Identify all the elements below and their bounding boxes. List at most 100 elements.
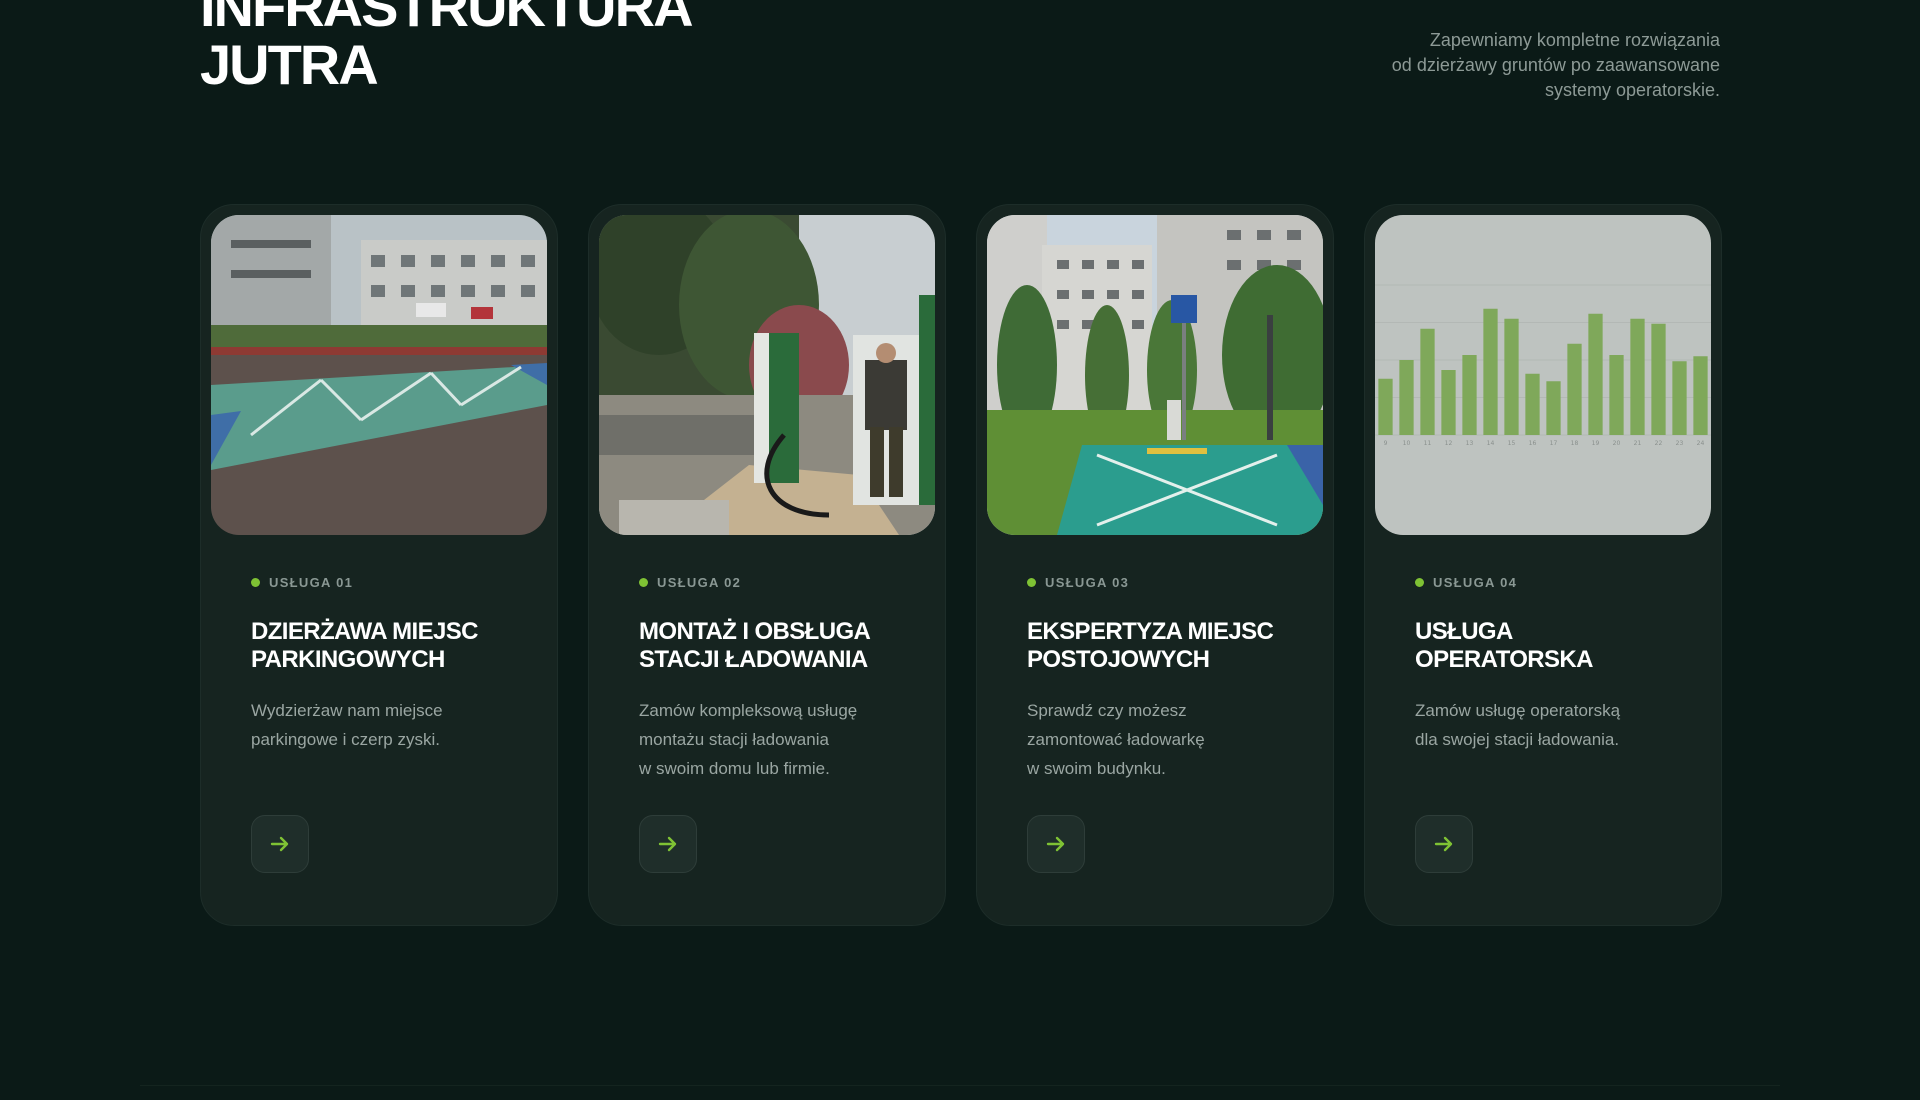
arrow-right-icon <box>1046 836 1065 852</box>
service-tag: USŁUGA 03 <box>1027 575 1303 590</box>
chart-bar <box>1420 328 1435 435</box>
chart-bar <box>1378 378 1393 435</box>
section-title-line-2: JUTRA <box>200 33 379 96</box>
chart-bar <box>1462 355 1477 435</box>
chart-bar <box>1588 313 1603 435</box>
service-title-line-1: USŁUGA <box>1415 618 1513 645</box>
service-title-line-1: DZIERŻAWA MIEJSC <box>251 618 478 645</box>
service-description: Zamów usługę operatorską dla swojej stac… <box>1415 696 1691 754</box>
chart-bar <box>1504 318 1519 435</box>
dot-icon <box>1027 578 1036 587</box>
chart-tick-label: 18 <box>1571 440 1579 447</box>
section-divider <box>140 1085 1780 1086</box>
service-description-line-1: Zamów usługę operatorską <box>1415 701 1621 720</box>
service-more-button[interactable] <box>1415 815 1473 873</box>
usage-chart-svg: 9 10 11 12 13 14 15 16 17 18 19 20 21 22 23 24 <box>1375 215 1711 535</box>
chart-bar <box>1630 318 1645 435</box>
service-description-line-1: Zamów kompleksową usługę <box>639 701 858 720</box>
service-title-line-1: MONTAŻ I OBSŁUGA <box>639 618 871 645</box>
service-description-line-2: parkingowe i czerp zyski. <box>251 730 440 749</box>
service-description: Wydzierżaw nam miejsce parkingowe i czer… <box>251 696 527 754</box>
chart-tick-label: 19 <box>1592 440 1600 447</box>
chart-tick-label: 22 <box>1655 440 1663 447</box>
service-description: Zamów kompleksową usługę montażu stacji … <box>639 696 915 783</box>
section-title-line-1: INFRASTRUKTURA <box>200 0 694 38</box>
service-title-line-2: STACJI ŁADOWANIA <box>639 646 868 673</box>
service-more-button[interactable] <box>639 815 697 873</box>
service-tag: USŁUGA 01 <box>251 575 527 590</box>
section-title: INFRASTRUKTURA JUTRA <box>200 0 694 96</box>
service-tag: USŁUGA 02 <box>639 575 915 590</box>
service-title-line-2: PARKINGOWYCH <box>251 646 445 673</box>
service-description-line-3: w swoim budynku. <box>1027 759 1166 778</box>
service-description: Sprawdź czy możesz zamontować ładowarkę … <box>1027 696 1303 783</box>
chart-tick-label: 9 <box>1384 440 1388 447</box>
service-description-line-3: w swoim domu lub firmie. <box>639 759 830 778</box>
dot-icon <box>251 578 260 587</box>
arrow-right-icon <box>270 836 289 852</box>
service-card-charging-installation[interactable]: USŁUGA 02 MONTAŻ I OBSŁUGA STACJI ŁADOWA… <box>588 204 946 926</box>
service-description-line-1: Wydzierżaw nam miejsce <box>251 701 443 720</box>
chart-tick-label: 11 <box>1424 440 1432 447</box>
chart-tick-label: 20 <box>1613 440 1621 447</box>
service-tag-label: USŁUGA 01 <box>269 575 354 590</box>
service-title-line-2: POSTOJOWYCH <box>1027 646 1210 673</box>
chart-bar <box>1546 381 1561 435</box>
parking-lot-photo <box>211 215 547 535</box>
service-description-line-1: Sprawdź czy możesz <box>1027 701 1187 720</box>
service-description-line-2: montażu stacji ładowania <box>639 730 829 749</box>
services-grid: USŁUGA 01 DZIERŻAWA MIEJSC PARKINGOWYCH … <box>200 204 1722 926</box>
service-card-body: USŁUGA 01 DZIERŻAWA MIEJSC PARKINGOWYCH … <box>251 575 527 754</box>
service-card-parking-lease[interactable]: USŁUGA 01 DZIERŻAWA MIEJSC PARKINGOWYCH … <box>200 204 558 926</box>
chart-tick-label: 10 <box>1403 440 1411 447</box>
chart-tick-label: 13 <box>1466 440 1474 447</box>
service-title: DZIERŻAWA MIEJSC PARKINGOWYCH <box>251 618 527 674</box>
service-more-button[interactable] <box>1027 815 1085 873</box>
service-title-line-2: OPERATORSKA <box>1415 646 1593 673</box>
service-title: EKSPERTYZA MIEJSC POSTOJOWYCH <box>1027 618 1303 674</box>
section-description-line-1: Zapewniamy kompletne rozwiązania <box>1429 30 1720 50</box>
service-tag-label: USŁUGA 02 <box>657 575 742 590</box>
section-description-line-3: systemy operatorskie. <box>1544 80 1720 100</box>
section-description-line-2: od dzierżawy gruntów po zaawansowane <box>1391 55 1720 75</box>
chart-tick-label: 17 <box>1550 440 1558 447</box>
service-card-operator[interactable]: 9 10 11 12 13 14 15 16 17 18 19 20 21 22 23 24 USŁUGA 0… <box>1364 204 1722 926</box>
chart-bar <box>1651 323 1666 435</box>
dot-icon <box>1415 578 1424 587</box>
chart-bar <box>1399 360 1414 435</box>
service-tag: USŁUGA 04 <box>1415 575 1691 590</box>
arrow-right-icon <box>1434 836 1453 852</box>
service-title: MONTAŻ I OBSŁUGA STACJI ŁADOWANIA <box>639 618 915 674</box>
chart-tick-label: 15 <box>1508 440 1516 447</box>
service-card-parking-expertise[interactable]: USŁUGA 03 EKSPERTYZA MIEJSC POSTOJOWYCH … <box>976 204 1334 926</box>
ev-parking-space-photo <box>987 215 1323 535</box>
service-card-body: USŁUGA 04 USŁUGA OPERATORSKA Zamów usług… <box>1415 575 1691 754</box>
services-section: INFRASTRUKTURA JUTRA Zapewniamy kompletn… <box>0 0 1920 1100</box>
service-tag-label: USŁUGA 03 <box>1045 575 1130 590</box>
dot-icon <box>639 578 648 587</box>
charger-installation-photo <box>599 215 935 535</box>
chart-bar <box>1567 343 1582 435</box>
chart-bar <box>1441 370 1456 435</box>
chart-bar <box>1525 373 1540 435</box>
chart-tick-label: 24 <box>1697 440 1705 447</box>
service-tag-label: USŁUGA 04 <box>1433 575 1518 590</box>
service-card-body: USŁUGA 03 EKSPERTYZA MIEJSC POSTOJOWYCH … <box>1027 575 1303 783</box>
service-description-line-2: dla swojej stacji ładowania. <box>1415 730 1620 749</box>
chart-tick-label: 14 <box>1487 440 1495 447</box>
service-description-line-2: zamontować ładowarkę <box>1027 730 1205 749</box>
chart-tick-label: 23 <box>1676 440 1684 447</box>
chart-bar <box>1672 361 1687 435</box>
chart-bar <box>1483 308 1498 435</box>
chart-tick-label: 16 <box>1529 440 1537 447</box>
chart-tick-label: 21 <box>1634 440 1642 447</box>
service-more-button[interactable] <box>251 815 309 873</box>
service-title: USŁUGA OPERATORSKA <box>1415 618 1691 674</box>
usage-bar-chart: 9 10 11 12 13 14 15 16 17 18 19 20 21 22 23 24 <box>1375 215 1711 535</box>
section-description: Zapewniamy kompletne rozwiązania od dzie… <box>1300 28 1720 103</box>
chart-tick-label: 12 <box>1445 440 1453 447</box>
arrow-right-icon <box>658 836 677 852</box>
service-card-body: USŁUGA 02 MONTAŻ I OBSŁUGA STACJI ŁADOWA… <box>639 575 915 783</box>
chart-bar <box>1609 355 1624 435</box>
chart-bar <box>1693 356 1708 435</box>
